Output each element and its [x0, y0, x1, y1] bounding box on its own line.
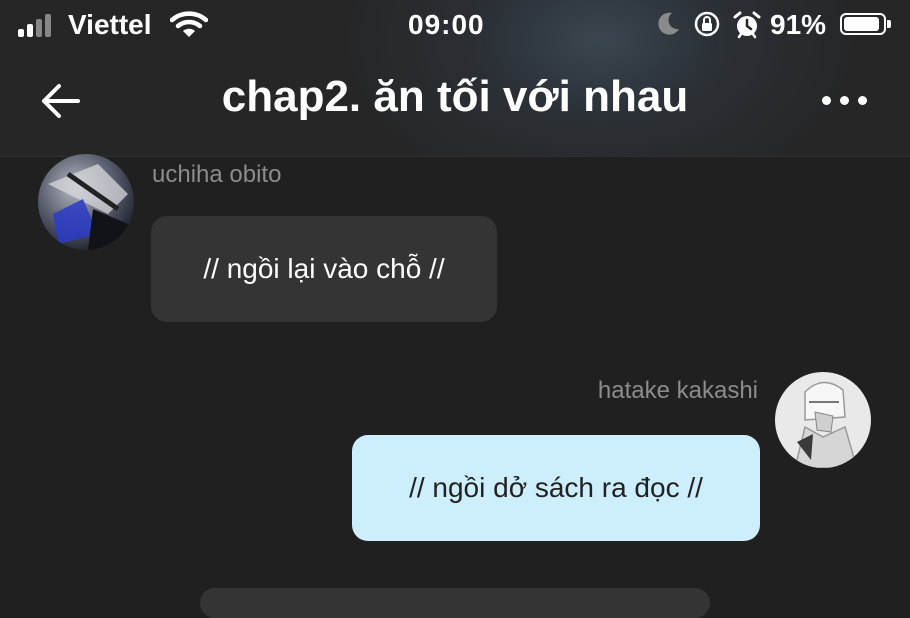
alarm-icon — [733, 11, 761, 39]
message-text: // ngồi dở sách ra đọc // — [409, 472, 703, 503]
message-bubble-outgoing[interactable]: // ngồi dở sách ra đọc // — [352, 435, 760, 541]
battery-percent: 91% — [770, 9, 827, 40]
rotation-lock-icon — [694, 11, 720, 37]
battery-icon — [840, 13, 891, 35]
message-text: // ngồi lại vào chỗ // — [203, 253, 445, 284]
sender-name: uchiha obito — [152, 161, 282, 188]
status-bar: Viettel 09:00 91% — [0, 0, 910, 52]
avatar-hatake-kakashi[interactable] — [775, 372, 871, 468]
carrier-name: Viettel — [68, 9, 152, 40]
chat-title: chap2. ăn tối với nhau — [221, 72, 689, 121]
moon-icon — [658, 12, 679, 35]
more-dots-icon[interactable] — [820, 96, 870, 108]
signal-icon — [18, 13, 58, 37]
sender-name: hatake kakashi — [597, 377, 758, 404]
avatar-uchiha-obito[interactable] — [38, 154, 134, 250]
wifi-icon — [170, 11, 208, 37]
status-time: 09:00 — [408, 9, 485, 40]
top-bar: Viettel 09:00 91% chap2. ăn tối với nhau — [0, 0, 910, 157]
message-bubble-incoming[interactable]: // ngồi lại vào chỗ // — [151, 216, 497, 322]
message-bubble-partial — [200, 588, 710, 618]
